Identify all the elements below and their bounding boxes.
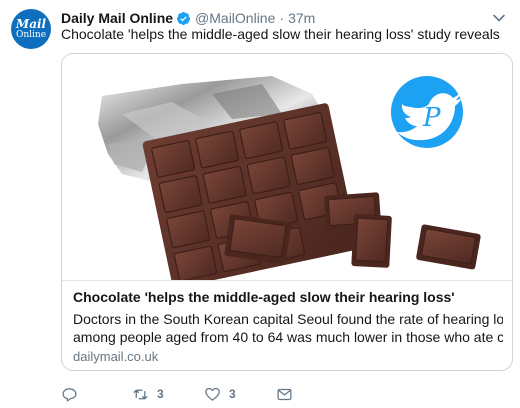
tweet[interactable]: Mail Online Daily Mail Online @MailOnlin… — [0, 0, 520, 408]
reply-button[interactable] — [61, 384, 78, 404]
retweet-button[interactable]: 3 — [132, 384, 164, 404]
tweet-actions: 3 3 — [61, 384, 501, 404]
card-body[interactable]: Chocolate 'helps the middle-aged slow th… — [62, 280, 512, 370]
card-title[interactable]: Chocolate 'helps the middle-aged slow th… — [73, 289, 455, 305]
link-card[interactable]: P Chocolate 'helps the middle-aged slow … — [61, 53, 513, 371]
reply-icon — [62, 387, 77, 402]
account-name[interactable]: Daily Mail Online — [61, 10, 173, 26]
card-image[interactable]: P — [62, 54, 512, 280]
chocolate-bar-image: P — [98, 76, 481, 280]
chevron-down-icon[interactable] — [492, 11, 506, 25]
watermark-letter: P — [422, 103, 441, 133]
account-handle[interactable]: @MailOnline — [195, 10, 275, 26]
heart-icon — [205, 387, 220, 401]
card-description: Doctors in the South Korean capital Seou… — [73, 310, 503, 346]
tweet-header: Daily Mail Online @MailOnline · 37m — [61, 9, 315, 27]
tweet-timestamp[interactable]: 37m — [288, 10, 315, 26]
header-separator: · — [279, 10, 285, 26]
tweet-text: Chocolate 'helps the middle-aged slow th… — [61, 26, 500, 42]
envelope-icon — [277, 388, 292, 400]
card-description-line: among people aged from 40 to 64 was much… — [73, 329, 503, 345]
card-domain: dailymail.co.uk — [73, 349, 159, 364]
avatar-text-online: Online — [15, 30, 47, 40]
retweet-count: 3 — [157, 387, 164, 401]
verified-badge-icon — [176, 11, 191, 25]
like-count: 3 — [229, 387, 236, 401]
avatar-text-mail: Mail — [15, 17, 47, 31]
chocolate-piece — [224, 214, 292, 264]
like-button[interactable]: 3 — [204, 384, 236, 404]
chocolate-piece — [416, 224, 481, 270]
chocolate-piece — [351, 214, 392, 268]
direct-message-button[interactable] — [276, 384, 293, 404]
retweet-icon — [133, 389, 148, 399]
avatar[interactable]: Mail Online — [11, 9, 51, 49]
bird-watermark-icon: P — [391, 76, 463, 148]
card-description-line: Doctors in the South Korean capital Seou… — [73, 311, 503, 327]
